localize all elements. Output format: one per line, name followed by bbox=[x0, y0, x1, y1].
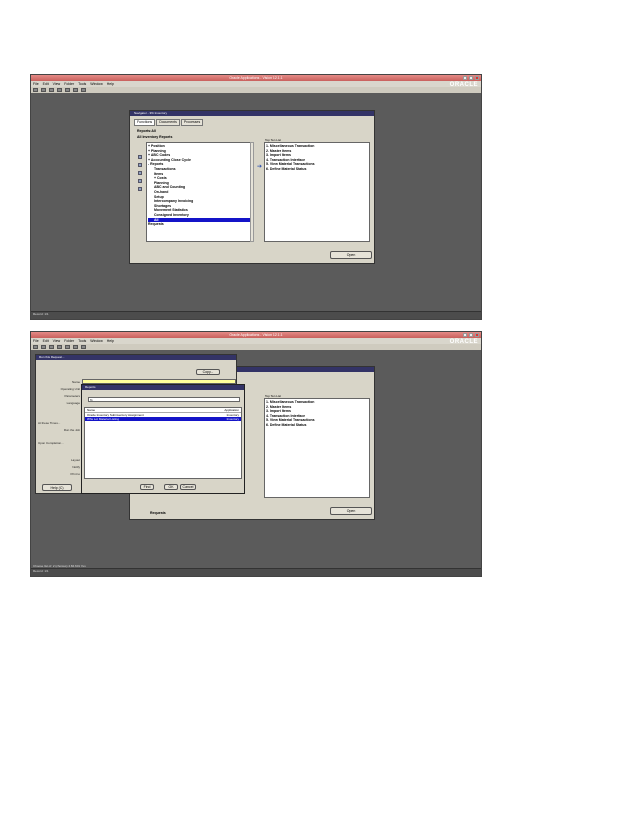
save-icon[interactable] bbox=[41, 345, 46, 349]
report-application: Inventory bbox=[226, 417, 239, 421]
reports-dialog-title: Reports bbox=[82, 385, 244, 390]
tab-processes[interactable]: Processes bbox=[180, 119, 204, 126]
window-title: Oracle Applications - Vision 12.1.1 bbox=[229, 333, 283, 337]
add-to-top-ten-icon[interactable]: ➔ bbox=[257, 163, 262, 170]
maximize-icon[interactable] bbox=[469, 333, 473, 337]
help-icon[interactable] bbox=[81, 345, 86, 349]
table-row-selected[interactable]: Whs Lot Material Listing Inventory bbox=[85, 417, 241, 421]
status-text: Record: 1/1 bbox=[33, 569, 49, 573]
zoom-icon[interactable] bbox=[65, 345, 70, 349]
column-header-name: Name bbox=[87, 408, 96, 412]
reports-table: Name Application Oracle Inventory Subinv… bbox=[84, 407, 242, 479]
window-title: Oracle Applications - Vision 12.1.1 bbox=[229, 76, 283, 80]
open-icon[interactable] bbox=[33, 88, 38, 92]
minimize-icon[interactable] bbox=[463, 76, 467, 80]
screenshot-2: Oracle Applications - Vision 12.1.1 File… bbox=[30, 331, 482, 577]
field-label-parameters: Parameters bbox=[64, 394, 80, 398]
field-label-operating-unit: Operating Unit bbox=[60, 387, 80, 391]
field-label-run-the-job: Run the Job bbox=[63, 428, 80, 432]
functions-tree[interactable]: + Position + Planning + ABC Codes + Acco… bbox=[146, 142, 252, 242]
expand-icon[interactable] bbox=[138, 155, 142, 159]
print-icon[interactable] bbox=[49, 345, 54, 349]
report-name: Whs Lot Material Listing bbox=[87, 417, 120, 421]
navigator-heading: All Inventory Reports bbox=[137, 135, 173, 139]
field-label-at-these-times: At these Times... bbox=[38, 421, 61, 425]
maximize-icon[interactable] bbox=[469, 76, 473, 80]
field-label-upon-completion: Upon Completion... bbox=[38, 441, 64, 445]
find-icon[interactable] bbox=[73, 88, 78, 92]
collapse-icon[interactable] bbox=[138, 163, 142, 167]
window-buttons bbox=[463, 76, 479, 80]
expand-all-icon[interactable] bbox=[138, 179, 142, 183]
navigator-icon[interactable] bbox=[57, 345, 62, 349]
navigator-title: Navigator - 3% Inventory bbox=[130, 111, 374, 116]
screenshot-1: Oracle Applications - Vision 12.1.1 File… bbox=[30, 74, 482, 320]
top-ten-list: 1. Miscellaneous Transaction 2. Master I… bbox=[264, 142, 370, 242]
field-label-language: Language bbox=[66, 401, 80, 405]
print-icon[interactable] bbox=[49, 88, 54, 92]
status-bar: Record: 1/1 bbox=[31, 311, 481, 319]
find-input[interactable]: % bbox=[88, 397, 240, 402]
ok-button[interactable]: OK bbox=[164, 484, 178, 490]
save-icon[interactable] bbox=[41, 88, 46, 92]
tab-functions[interactable]: Functions bbox=[134, 119, 156, 126]
minimize-icon[interactable] bbox=[463, 333, 467, 337]
tree-action-icons bbox=[138, 155, 142, 191]
close-icon[interactable] bbox=[475, 333, 479, 337]
navigator-path: Reports:All bbox=[137, 129, 156, 133]
top-ten-item[interactable]: 6. Define Material Status bbox=[266, 167, 368, 172]
run-request-title: Run this Request... bbox=[36, 355, 236, 360]
navigator-tabs: Functions Documents Processes bbox=[134, 119, 370, 126]
field-label-print-to: Print to bbox=[70, 472, 80, 476]
status-text: Record: 1/1 bbox=[33, 312, 49, 316]
collapse-all-icon[interactable] bbox=[138, 187, 142, 191]
field-label-name: Name bbox=[71, 380, 80, 384]
tab-documents[interactable]: Documents bbox=[156, 119, 180, 126]
find-button[interactable]: Find bbox=[140, 484, 154, 490]
find-icon[interactable] bbox=[73, 345, 78, 349]
column-header-application: Application bbox=[224, 408, 239, 412]
top-ten-item[interactable]: 6. Define Material Status bbox=[266, 423, 368, 428]
help-button[interactable]: Help (C) bbox=[42, 484, 72, 491]
open-icon[interactable] bbox=[33, 345, 38, 349]
reports-dialog: Reports % Name Application Oracle Invent… bbox=[81, 384, 245, 494]
navigator-window: Navigator - 3% Inventory Functions Docum… bbox=[129, 110, 375, 264]
tree-scrollbar[interactable] bbox=[250, 142, 254, 242]
zoom-icon[interactable] bbox=[65, 88, 70, 92]
field-label-notify: Notify bbox=[72, 465, 80, 469]
expand-branch-icon[interactable] bbox=[138, 171, 142, 175]
open-button[interactable]: Open bbox=[330, 507, 372, 515]
tree-item[interactable]: Requests bbox=[150, 511, 166, 515]
top-ten-list: 1. Miscellaneous Transaction 2. Master I… bbox=[264, 398, 370, 498]
close-icon[interactable] bbox=[475, 76, 479, 80]
tree-item[interactable]: Requests bbox=[148, 222, 250, 227]
status-bar: Record: 1/1 bbox=[31, 568, 481, 576]
open-button[interactable]: Open bbox=[330, 251, 372, 259]
help-icon[interactable] bbox=[81, 88, 86, 92]
toolbar bbox=[31, 344, 481, 350]
toolbar bbox=[31, 87, 481, 93]
field-label-layout: Layout bbox=[70, 458, 80, 462]
cancel-button[interactable]: Cancel bbox=[180, 484, 196, 490]
copy-button[interactable]: Copy... bbox=[196, 369, 220, 375]
window-buttons bbox=[463, 333, 479, 337]
navigator-icon[interactable] bbox=[57, 88, 62, 92]
